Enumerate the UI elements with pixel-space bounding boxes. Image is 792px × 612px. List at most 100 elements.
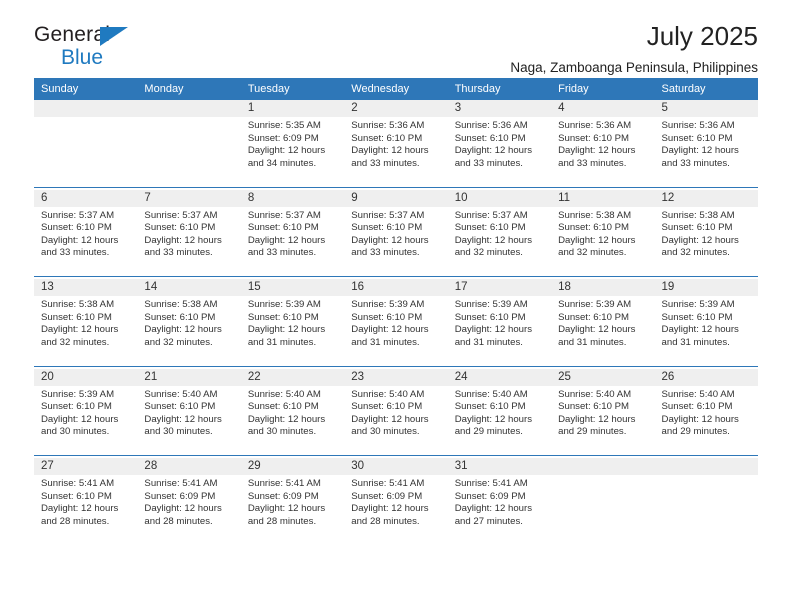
day-info-line: Sunset: 6:10 PM [41, 222, 112, 234]
day-cell-28[interactable]: Sunrise: 5:41 AM Sunset: 6:09 PM Daylight:… [137, 475, 241, 545]
day-number-7[interactable]: 7 [137, 189, 241, 207]
general-blue-logo[interactable]: General Blue [34, 22, 154, 78]
day-info-line: Sunrise: 5:37 AM [247, 209, 321, 221]
day-info-line: and 29 minutes. [558, 426, 627, 438]
day-number-17[interactable]: 17 [447, 279, 552, 296]
day-info-line: Sunset: 6:10 PM [247, 222, 319, 234]
day-info-line: Sunrise: 5:35 AM [247, 120, 321, 131]
day-info-line: Sunset: 6:10 PM [454, 311, 526, 323]
day-info-line: Sunset: 6:10 PM [41, 401, 112, 413]
day-number-26[interactable]: 26 [654, 368, 758, 386]
day-info-line: Daylight: 12 hours [41, 234, 119, 246]
day-number-8[interactable]: 8 [240, 189, 345, 207]
day-cell-6[interactable]: Sunrise: 5:37 AM Sunset: 6:10 PM Daylight:… [34, 206, 138, 277]
day-info-line: and 33 minutes. [661, 157, 730, 169]
day-number-10[interactable]: 10 [447, 189, 552, 207]
day-number-31[interactable]: 31 [447, 458, 552, 475]
day-cell-20[interactable]: Sunrise: 5:39 AM Sunset: 6:10 PM Daylight:… [34, 385, 138, 456]
day-info-line: Daylight: 12 hours [661, 234, 739, 246]
day-info-line: and 27 minutes. [454, 515, 523, 527]
day-info-line: Daylight: 12 hours [41, 413, 119, 425]
day-cell-13[interactable]: Sunrise: 5:38 AM Sunset: 6:10 PM Daylight:… [34, 296, 138, 366]
day-number-19[interactable]: 19 [654, 279, 758, 296]
day-cell-3[interactable]: Sunrise: 5:36 AM Sunset: 6:10 PM Daylight:… [447, 117, 552, 187]
day-cell-12[interactable]: Sunrise: 5:38 AM Sunset: 6:10 PM Daylight:… [654, 206, 758, 277]
day-detail-row: Sunrise: 5:41 AM Sunset: 6:10 PM Daylight:… [34, 475, 758, 545]
day-info-line: Sunset: 6:10 PM [41, 490, 112, 502]
day-info-line: Daylight: 12 hours [558, 324, 636, 336]
day-number-11[interactable]: 11 [551, 189, 655, 207]
day-info-line: and 33 minutes. [351, 247, 420, 259]
day-number-15[interactable]: 15 [240, 279, 345, 296]
day-cell-15[interactable]: Sunrise: 5:39 AM Sunset: 6:10 PM Daylight:… [240, 296, 345, 366]
day-cell-empty [551, 475, 655, 545]
day-cell-26[interactable]: Sunrise: 5:40 AM Sunset: 6:10 PM Daylight:… [654, 385, 758, 456]
day-info-line: Sunset: 6:10 PM [558, 401, 630, 413]
day-number-24[interactable]: 24 [447, 368, 552, 386]
day-number-14[interactable]: 14 [137, 279, 241, 296]
day-cell-14[interactable]: Sunrise: 5:38 AM Sunset: 6:10 PM Daylight:… [137, 296, 241, 366]
day-cell-17[interactable]: Sunrise: 5:39 AM Sunset: 6:10 PM Daylight:… [447, 296, 552, 366]
day-info-line: Daylight: 12 hours [454, 503, 533, 515]
day-cell-24[interactable]: Sunrise: 5:40 AM Sunset: 6:10 PM Daylight:… [447, 385, 552, 456]
day-number-30[interactable]: 30 [344, 458, 448, 475]
day-cell-2[interactable]: Sunrise: 5:36 AM Sunset: 6:10 PM Daylight:… [344, 117, 448, 187]
day-info-line: Daylight: 12 hours [144, 503, 222, 515]
calendar-body: 1 2 3 4 5 Sunrise: 5:35 AM Sunset: 6:09 PM Dayl… [34, 100, 758, 545]
day-number-25[interactable]: 25 [551, 368, 655, 386]
day-number-16[interactable]: 16 [344, 279, 448, 296]
day-info-line: Daylight: 12 hours [661, 145, 739, 157]
day-cell-8[interactable]: Sunrise: 5:37 AM Sunset: 6:10 PM Daylight:… [240, 206, 345, 277]
day-number-27[interactable]: 27 [34, 458, 138, 475]
day-cell-23[interactable]: Sunrise: 5:40 AM Sunset: 6:10 PM Daylight:… [344, 385, 448, 456]
day-cell-empty [34, 117, 138, 187]
day-cell-27[interactable]: Sunrise: 5:41 AM Sunset: 6:10 PM Daylight:… [34, 475, 138, 545]
day-number-6[interactable]: 6 [34, 189, 138, 207]
day-cell-16[interactable]: Sunrise: 5:39 AM Sunset: 6:10 PM Daylight:… [344, 296, 448, 366]
day-number-22[interactable]: 22 [240, 368, 345, 386]
day-cell-19[interactable]: Sunrise: 5:39 AM Sunset: 6:10 PM Daylight:… [654, 296, 758, 366]
day-number-12[interactable]: 12 [654, 189, 758, 207]
day-number-3[interactable]: 3 [447, 100, 552, 117]
day-info-line: Sunrise: 5:36 AM [351, 120, 425, 131]
day-cell-7[interactable]: Sunrise: 5:37 AM Sunset: 6:10 PM Daylight:… [137, 206, 241, 277]
day-cell-22[interactable]: Sunrise: 5:40 AM Sunset: 6:10 PM Daylight:… [240, 385, 345, 456]
day-info-line: and 29 minutes. [454, 426, 523, 438]
day-info-line: Daylight: 12 hours [351, 413, 429, 425]
day-number-5[interactable]: 5 [654, 100, 758, 117]
day-number-28[interactable]: 28 [137, 458, 241, 475]
day-info-line: Sunrise: 5:37 AM [41, 209, 115, 221]
day-cell-25[interactable]: Sunrise: 5:40 AM Sunset: 6:10 PM Daylight:… [551, 385, 655, 456]
day-number-21[interactable]: 21 [137, 368, 241, 386]
day-cell-31[interactable]: Sunrise: 5:41 AM Sunset: 6:09 PM Daylight:… [447, 475, 552, 545]
day-cell-4[interactable]: Sunrise: 5:36 AM Sunset: 6:10 PM Daylight:… [551, 117, 655, 187]
day-info-line: and 33 minutes. [144, 247, 213, 259]
day-cell-30[interactable]: Sunrise: 5:41 AM Sunset: 6:09 PM Daylight:… [344, 475, 448, 545]
day-info-line: Sunrise: 5:41 AM [144, 478, 218, 489]
day-number-13[interactable]: 13 [34, 279, 138, 296]
day-number-2[interactable]: 2 [344, 100, 448, 117]
day-info-line: Sunrise: 5:40 AM [247, 388, 321, 400]
day-number-23[interactable]: 23 [344, 368, 448, 386]
day-cell-18[interactable]: Sunrise: 5:39 AM Sunset: 6:10 PM Daylight:… [551, 296, 655, 366]
day-cell-9[interactable]: Sunrise: 5:37 AM Sunset: 6:10 PM Daylight:… [344, 206, 448, 277]
day-number-9[interactable]: 9 [344, 189, 448, 207]
calendar-page: General Blue July 2025 Naga, Zamboanga P… [0, 0, 792, 612]
day-cell-21[interactable]: Sunrise: 5:40 AM Sunset: 6:10 PM Daylight:… [137, 385, 241, 456]
day-cell-5[interactable]: Sunrise: 5:36 AM Sunset: 6:10 PM Daylight:… [654, 117, 758, 187]
day-cell-10[interactable]: Sunrise: 5:37 AM Sunset: 6:10 PM Daylight:… [447, 206, 552, 277]
page-header: General Blue July 2025 Naga, Zamboanga P… [34, 0, 758, 75]
day-detail-row: Sunrise: 5:39 AM Sunset: 6:10 PM Daylight:… [34, 385, 758, 456]
day-cell-1[interactable]: Sunrise: 5:35 AM Sunset: 6:09 PM Daylight:… [240, 117, 345, 187]
day-number-18[interactable]: 18 [551, 279, 655, 296]
day-number-29[interactable]: 29 [240, 458, 345, 475]
day-info-line: Sunrise: 5:41 AM [454, 478, 528, 489]
day-number-20[interactable]: 20 [34, 368, 138, 386]
day-number-1[interactable]: 1 [240, 100, 345, 117]
day-info-line: Sunrise: 5:41 AM [247, 478, 321, 489]
day-info-line: Sunrise: 5:40 AM [661, 388, 735, 400]
day-cell-11[interactable]: Sunrise: 5:38 AM Sunset: 6:10 PM Daylight:… [551, 206, 655, 277]
day-cell-29[interactable]: Sunrise: 5:41 AM Sunset: 6:09 PM Daylight:… [240, 475, 345, 545]
day-info-line: Sunset: 6:10 PM [351, 401, 423, 413]
day-number-4[interactable]: 4 [551, 100, 655, 117]
